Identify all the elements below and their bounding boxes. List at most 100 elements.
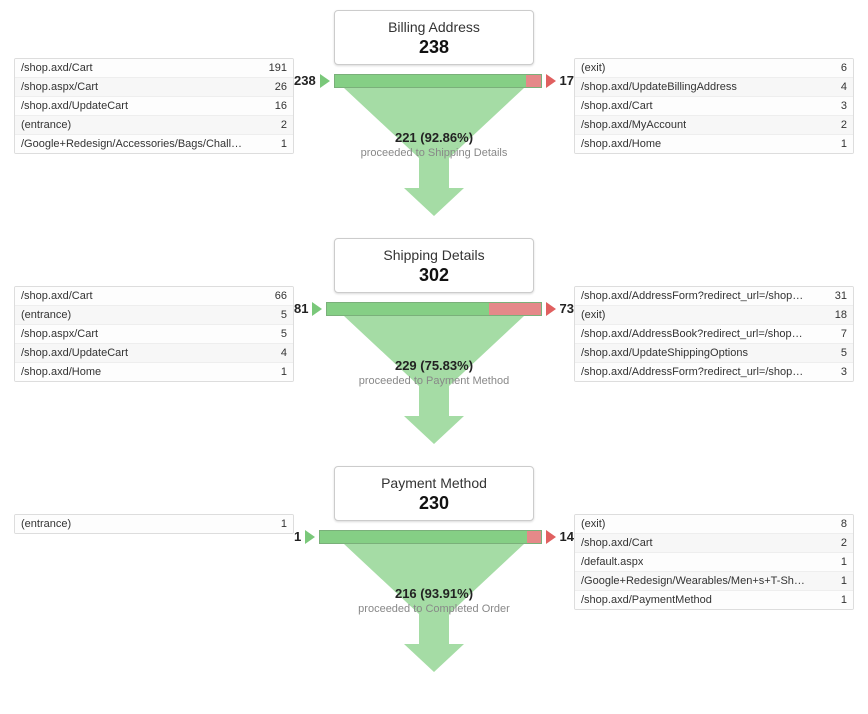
exit-destinations-table: /shop.axd/AddressForm?redirect_url=/shop… bbox=[574, 286, 854, 382]
proceed-label: 216 (93.91%)proceeded to Completed Order bbox=[334, 586, 534, 615]
table-row[interactable]: /shop.axd/UpdateCart 4 bbox=[15, 344, 293, 363]
source-path: /shop.axd/UpdateCart bbox=[21, 100, 128, 112]
exits-count-label: 14 bbox=[546, 529, 574, 544]
table-row[interactable]: /Google+Redesign/Accessories/Bags/Chall…… bbox=[15, 135, 293, 153]
table-row[interactable]: (exit)8 bbox=[575, 515, 853, 534]
table-row[interactable]: /shop.aspx/Cart 26 bbox=[15, 78, 293, 97]
source-path: (entrance) bbox=[21, 309, 71, 321]
table-row[interactable]: /default.aspx1 bbox=[575, 553, 853, 572]
table-row[interactable]: /Google+Redesign/Wearables/Men+s+T-Sh…1 bbox=[575, 572, 853, 591]
table-row[interactable]: /shop.axd/UpdateCart 16 bbox=[15, 97, 293, 116]
source-path: /shop.aspx/Cart bbox=[21, 328, 98, 340]
destination-path: /Google+Redesign/Wearables/Men+s+T-Sh… bbox=[581, 575, 805, 587]
source-count: 1 bbox=[275, 518, 287, 530]
source-count: 26 bbox=[269, 81, 287, 93]
stage-center: Payment Method230 114 216 (93.91%)proceed… bbox=[294, 466, 574, 664]
destination-path: /shop.axd/AddressForm?redirect_url=/shop… bbox=[581, 366, 803, 378]
table-row[interactable]: /shop.axd/Cart191 bbox=[15, 59, 293, 78]
table-row[interactable]: /shop.axd/Home1 bbox=[15, 363, 293, 381]
destination-count: 4 bbox=[835, 81, 847, 93]
entries-count: 238 bbox=[294, 73, 316, 88]
destination-count: 8 bbox=[835, 518, 847, 530]
entry-sources-column: (entrance) 1 bbox=[14, 466, 294, 534]
entry-sources-column: /shop.axd/Cart66 (entrance) 5/shop.aspx/Ca… bbox=[14, 238, 294, 382]
table-row[interactable]: /shop.axd/AddressBook?redirect_url=/shop… bbox=[575, 325, 853, 344]
table-row[interactable]: /shop.aspx/Cart 5 bbox=[15, 325, 293, 344]
funnel-stage: /shop.axd/Cart191/shop.aspx/Cart 26/shop.… bbox=[14, 10, 854, 208]
entries-count-label: 238 bbox=[294, 73, 330, 88]
entry-sources-table: (entrance) 1 bbox=[14, 514, 294, 534]
table-row[interactable]: (entrance) 5 bbox=[15, 306, 293, 325]
bar-proceed-segment bbox=[327, 303, 489, 315]
destination-path: /shop.axd/AddressBook?redirect_url=/shop… bbox=[581, 328, 803, 340]
conversion-bar bbox=[319, 530, 541, 544]
exit-destinations-table: (exit)6/shop.axd/UpdateBillingAddress4/s… bbox=[574, 58, 854, 154]
stage-title: Billing Address bbox=[345, 19, 523, 35]
exits-count: 73 bbox=[560, 301, 574, 316]
source-path: /shop.aspx/Cart bbox=[21, 81, 98, 93]
destination-count: 2 bbox=[835, 119, 847, 131]
destination-count: 3 bbox=[835, 366, 847, 378]
destination-count: 1 bbox=[835, 594, 847, 606]
table-row[interactable]: (entrance) 2 bbox=[15, 116, 293, 135]
destination-count: 5 bbox=[835, 347, 847, 359]
entry-sources-column: /shop.axd/Cart191/shop.aspx/Cart 26/shop.… bbox=[14, 10, 294, 154]
stage-center: Billing Address23823817 221 (92.86%)proc… bbox=[294, 10, 574, 208]
table-row[interactable]: /shop.axd/MyAccount2 bbox=[575, 116, 853, 135]
proceed-subtext: proceeded to Shipping Details bbox=[334, 147, 534, 159]
destination-path: (exit) bbox=[581, 309, 605, 321]
source-count: 5 bbox=[275, 309, 287, 321]
source-path: (entrance) bbox=[21, 518, 71, 530]
table-row[interactable]: /shop.axd/Cart66 bbox=[15, 287, 293, 306]
destination-path: /default.aspx bbox=[581, 556, 643, 568]
stage-count: 230 bbox=[345, 493, 523, 514]
destination-path: /shop.axd/AddressForm?redirect_url=/shop… bbox=[581, 290, 803, 302]
proceed-count: 221 (92.86%) bbox=[334, 130, 534, 145]
destination-count: 18 bbox=[829, 309, 847, 321]
table-row[interactable]: /shop.axd/AddressForm?redirect_url=/shop… bbox=[575, 363, 853, 381]
proceed-subtext: proceeded to Completed Order bbox=[334, 603, 534, 615]
source-count: 16 bbox=[269, 100, 287, 112]
table-row[interactable]: /shop.axd/Cart3 bbox=[575, 97, 853, 116]
table-row[interactable]: /shop.axd/Cart2 bbox=[575, 534, 853, 553]
bar-proceed-segment bbox=[335, 75, 526, 87]
stage-header-box[interactable]: Billing Address 238 bbox=[334, 10, 534, 65]
table-row[interactable]: (exit) 18 bbox=[575, 306, 853, 325]
destination-path: /shop.axd/Home bbox=[581, 138, 661, 150]
source-path: /shop.axd/Cart bbox=[21, 62, 93, 74]
entry-sources-table: /shop.axd/Cart66 (entrance) 5/shop.aspx/Ca… bbox=[14, 286, 294, 382]
stage-count: 238 bbox=[345, 37, 523, 58]
exit-destinations-table: (exit)8/shop.axd/Cart2/default.aspx1/Goo… bbox=[574, 514, 854, 610]
funnel-shape: 216 (93.91%)proceeded to Completed Order bbox=[334, 544, 534, 664]
exit-destinations-column: /shop.axd/AddressForm?redirect_url=/shop… bbox=[574, 238, 854, 382]
exit-destinations-column: (exit)6/shop.axd/UpdateBillingAddress4/s… bbox=[574, 10, 854, 154]
stage-center: Shipping Details3028173 229 (75.83%)proc… bbox=[294, 238, 574, 436]
funnel-shape: 221 (92.86%) proceeded to Shipping Detail… bbox=[334, 88, 534, 208]
stage-header-box[interactable]: Shipping Details302 bbox=[334, 238, 534, 293]
destination-count: 2 bbox=[835, 537, 847, 549]
arrow-right-icon bbox=[305, 530, 315, 544]
source-path: /shop.axd/Cart bbox=[21, 290, 93, 302]
table-row[interactable]: (exit)6 bbox=[575, 59, 853, 78]
source-count: 1 bbox=[275, 138, 287, 150]
table-row[interactable]: /shop.axd/PaymentMethod1 bbox=[575, 591, 853, 609]
source-count: 4 bbox=[275, 347, 287, 359]
proceed-label: 229 (75.83%)proceeded to Payment Method bbox=[334, 358, 534, 387]
conversion-bar bbox=[334, 74, 542, 88]
arrow-right-icon bbox=[546, 302, 556, 316]
source-count: 2 bbox=[275, 119, 287, 131]
destination-count: 7 bbox=[835, 328, 847, 340]
table-row[interactable]: /shop.axd/UpdateBillingAddress4 bbox=[575, 78, 853, 97]
table-row[interactable]: /shop.axd/Home1 bbox=[575, 135, 853, 153]
table-row[interactable]: /shop.axd/UpdateShippingOptions5 bbox=[575, 344, 853, 363]
source-count: 5 bbox=[275, 328, 287, 340]
stage-header-box[interactable]: Payment Method230 bbox=[334, 466, 534, 521]
source-path: /shop.axd/UpdateCart bbox=[21, 347, 128, 359]
funnel-shape: 229 (75.83%)proceeded to Payment Method bbox=[334, 316, 534, 436]
exits-count: 14 bbox=[560, 529, 574, 544]
arrow-right-icon bbox=[312, 302, 322, 316]
table-row[interactable]: (entrance) 1 bbox=[15, 515, 293, 533]
source-path: (entrance) bbox=[21, 119, 71, 131]
flow-bar-row: 114 bbox=[294, 529, 574, 544]
table-row[interactable]: /shop.axd/AddressForm?redirect_url=/shop… bbox=[575, 287, 853, 306]
